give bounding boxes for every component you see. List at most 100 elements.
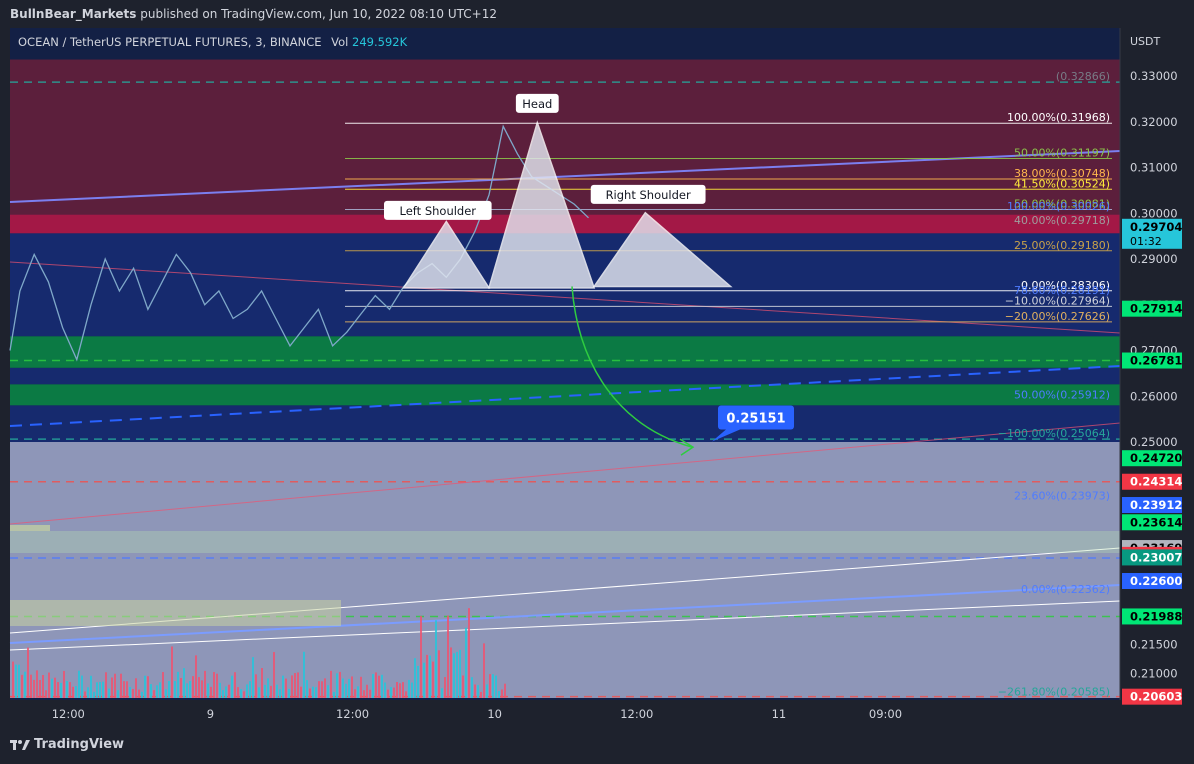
fib-label-1: 100.00%(0.31968) bbox=[1007, 111, 1110, 124]
price-badge-label-5: 0.23912 bbox=[1130, 498, 1182, 512]
volume-bar bbox=[108, 688, 110, 698]
volume-bar bbox=[135, 678, 137, 698]
volume-bar bbox=[219, 682, 221, 698]
volume-bar bbox=[426, 654, 428, 698]
volume-bar bbox=[291, 675, 293, 698]
yellow-box-lower[interactable] bbox=[10, 600, 341, 626]
volume-bar bbox=[159, 682, 161, 698]
volume-bar bbox=[165, 689, 167, 698]
volume-bar bbox=[351, 676, 353, 698]
time-tick-3: 10 bbox=[487, 707, 502, 721]
annotation-label-2: Right Shoulder bbox=[606, 188, 691, 202]
zone-band-3 bbox=[10, 336, 1120, 368]
volume-bar bbox=[171, 646, 173, 698]
volume-bar bbox=[294, 672, 296, 698]
volume-bar bbox=[333, 691, 335, 698]
volume-bar bbox=[255, 674, 257, 698]
volume-bar bbox=[144, 675, 146, 698]
volume-bar bbox=[147, 676, 149, 698]
volume-bar bbox=[276, 684, 278, 698]
volume-bar bbox=[234, 672, 236, 698]
volume-bar bbox=[21, 674, 23, 698]
volume-bar bbox=[330, 670, 332, 698]
volume-bar bbox=[156, 685, 158, 698]
volume-bar bbox=[24, 671, 26, 698]
volume-bar bbox=[45, 690, 47, 698]
volume-bar bbox=[99, 681, 101, 698]
volume-bar bbox=[360, 676, 362, 698]
volume-bar bbox=[51, 678, 53, 698]
yellow-box-upper[interactable] bbox=[10, 525, 50, 531]
volume-bar bbox=[54, 677, 56, 698]
time-tick-1: 9 bbox=[207, 707, 214, 721]
volume-bar bbox=[420, 616, 422, 698]
volume-bar bbox=[279, 689, 281, 698]
light-green-band bbox=[10, 531, 1120, 553]
volume-bar bbox=[18, 664, 20, 698]
volume-bar bbox=[468, 608, 470, 698]
volume-bar bbox=[204, 670, 206, 698]
volume-bar bbox=[93, 691, 95, 698]
fib-label-16: 0.00%(0.22362) bbox=[1021, 583, 1110, 596]
fib-label-6: 100.00%(0.30026) bbox=[1007, 200, 1110, 213]
volume-bar bbox=[375, 672, 377, 698]
price-chart[interactable]: (0.32866) 100.00%(0.31968) 50.00%(0.31197)… bbox=[0, 28, 1194, 730]
volume-bar bbox=[306, 680, 308, 698]
volume-bar bbox=[243, 691, 245, 698]
symbol-line: OCEAN / TetherUS PERPETUAL FUTURES, 3, B… bbox=[18, 35, 322, 49]
volume-bar bbox=[378, 675, 380, 698]
time-axis[interactable] bbox=[10, 700, 1120, 730]
volume-bar bbox=[96, 682, 98, 698]
volume-bar bbox=[339, 671, 341, 698]
volume-bar bbox=[177, 671, 179, 698]
volume-bar bbox=[111, 677, 113, 698]
time-tick-6: 09:00 bbox=[869, 707, 902, 721]
target-value: 0.25151 bbox=[726, 411, 785, 426]
zone-band-4 bbox=[10, 367, 1120, 385]
price-badge-label-11: 0.21988 bbox=[1130, 609, 1182, 623]
volume-bar bbox=[264, 684, 266, 698]
volume-bar bbox=[309, 688, 311, 698]
volume-bar bbox=[60, 682, 62, 698]
price-tick-10: 0.21000 bbox=[1130, 667, 1178, 681]
volume-bar bbox=[273, 652, 275, 698]
price-tick-0: 0.33000 bbox=[1130, 69, 1178, 83]
fib-label-17: −261.80%(0.20585) bbox=[998, 686, 1110, 699]
volume-bar bbox=[384, 682, 386, 698]
volume-bar bbox=[87, 687, 89, 698]
currency-label: USDT bbox=[1130, 35, 1161, 48]
volume-bar bbox=[240, 689, 242, 698]
symbol-title: OCEAN / TetherUS PERPETUAL FUTURES, 3, B… bbox=[18, 35, 408, 49]
price-badge-countdown: 01:32 bbox=[1130, 235, 1162, 248]
volume-bar bbox=[363, 690, 365, 698]
price-badge-label-0: 0.29704 bbox=[1130, 220, 1182, 234]
tradingview-logo-icon[interactable] bbox=[10, 730, 30, 764]
volume-bar bbox=[33, 679, 35, 698]
volume-bar bbox=[120, 673, 122, 698]
volume-bar bbox=[261, 668, 263, 698]
volume-bar bbox=[336, 673, 338, 698]
volume-bar bbox=[105, 672, 107, 698]
volume-bar bbox=[459, 649, 461, 698]
volume-bar bbox=[198, 677, 200, 698]
price-badge-label-6: 0.23614 bbox=[1130, 515, 1182, 529]
volume-bar bbox=[174, 681, 176, 698]
volume-bar bbox=[195, 655, 197, 698]
volume-bar bbox=[189, 680, 191, 698]
fib-label-15: 23.60%(0.23973) bbox=[1014, 489, 1110, 502]
volume-bar bbox=[72, 686, 74, 698]
volume-bar bbox=[435, 620, 437, 698]
price-badge-label-12: 0.20603 bbox=[1130, 690, 1182, 704]
volume-bar bbox=[483, 643, 485, 698]
volume-bar bbox=[492, 674, 494, 698]
volume-bar bbox=[192, 676, 194, 698]
publisher-name[interactable]: BullnBear_Markets bbox=[10, 7, 136, 21]
volume-bar bbox=[36, 670, 38, 698]
price-badge-label-10: 0.22600 bbox=[1130, 574, 1182, 588]
tradingview-brand[interactable]: TradingView bbox=[34, 730, 124, 760]
volume-bar bbox=[246, 684, 248, 698]
volume-bar bbox=[357, 686, 359, 698]
volume-bar bbox=[129, 686, 131, 698]
price-tick-9: 0.21500 bbox=[1130, 638, 1178, 652]
volume-bar bbox=[354, 689, 356, 698]
